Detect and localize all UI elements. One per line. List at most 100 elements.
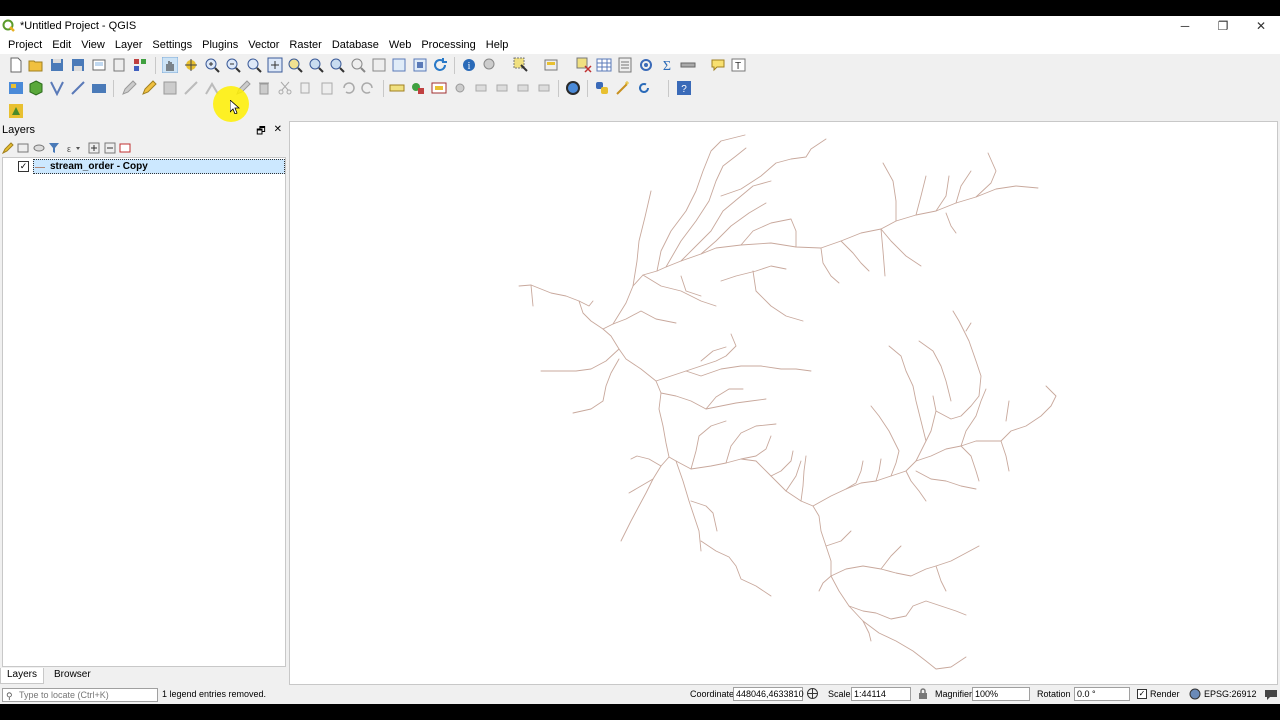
open-styling-icon[interactable] (2, 142, 14, 154)
filter-expression-icon[interactable]: ε (63, 142, 81, 154)
zoom-in-icon[interactable] (204, 57, 220, 73)
digitize-icon[interactable] (70, 80, 86, 96)
diagram-options-icon[interactable] (410, 80, 426, 96)
style-manager-icon[interactable] (132, 57, 148, 73)
pan-map-icon[interactable] (162, 57, 178, 73)
menu-settings[interactable]: Settings (147, 39, 197, 51)
pan-to-selection-icon[interactable] (183, 57, 199, 73)
globe-plugin-icon[interactable] (565, 80, 581, 96)
select-by-value-icon[interactable] (544, 57, 560, 73)
temporary-layer-icon[interactable] (91, 80, 107, 96)
magnifier-field[interactable]: 100% (972, 687, 1030, 701)
run-action-icon[interactable] (482, 57, 498, 73)
zoom-to-selection-icon[interactable] (287, 57, 303, 73)
refresh-plugin-icon[interactable] (636, 80, 652, 96)
crs-label[interactable]: EPSG:26912 (1204, 689, 1257, 699)
add-feature-icon[interactable] (183, 80, 199, 96)
rotation-field[interactable]: 0.0 ° (1074, 687, 1130, 701)
identify-features-icon[interactable]: i (461, 57, 477, 73)
zoom-to-layer-icon[interactable] (308, 57, 324, 73)
menu-raster[interactable]: Raster (284, 39, 326, 51)
copy-features-icon[interactable] (298, 80, 314, 96)
map-canvas[interactable] (289, 121, 1278, 685)
menu-view[interactable]: View (76, 39, 110, 51)
toggle-editing-icon[interactable] (141, 80, 157, 96)
undo-icon[interactable] (340, 80, 356, 96)
close-button[interactable]: ✕ (1242, 16, 1280, 36)
menu-vector[interactable]: Vector (243, 39, 284, 51)
messages-icon[interactable] (1264, 687, 1278, 701)
locator-search-input[interactable]: ⚲ Type to locate (Ctrl+K) (2, 688, 158, 702)
print-layout-icon[interactable] (91, 57, 107, 73)
highlight-pinned-labels-icon[interactable] (431, 80, 447, 96)
menu-web[interactable]: Web (384, 39, 416, 51)
menu-layer[interactable]: Layer (110, 39, 148, 51)
manage-visibility-icon[interactable] (33, 142, 45, 154)
pin-labels-icon[interactable] (452, 80, 468, 96)
new-project-icon[interactable] (8, 57, 24, 73)
rotate-label-icon[interactable] (515, 80, 531, 96)
deselect-features-icon[interactable] (576, 57, 592, 73)
zoom-next-icon[interactable] (371, 57, 387, 73)
filter-legend-icon[interactable] (48, 142, 60, 154)
zoom-native-icon[interactable] (329, 57, 345, 73)
save-edits-icon[interactable] (162, 80, 178, 96)
tab-browser[interactable]: Browser (48, 668, 97, 684)
show-hide-labels-icon[interactable] (473, 80, 489, 96)
save-as-icon[interactable] (70, 57, 86, 73)
add-group-icon[interactable] (17, 142, 29, 154)
toggle-extents-icon[interactable] (806, 687, 819, 700)
text-annotation-icon[interactable]: T (731, 57, 747, 73)
paste-features-icon[interactable] (319, 80, 335, 96)
save-project-icon[interactable] (49, 57, 65, 73)
layer-visibility-checkbox[interactable]: ✓ (18, 161, 29, 172)
minimize-button[interactable]: ─ (1166, 16, 1204, 36)
refresh-icon[interactable] (432, 57, 448, 73)
data-source-manager-icon[interactable] (8, 80, 24, 96)
crs-globe-icon[interactable] (1189, 688, 1201, 700)
float-panel-icon[interactable]: 🗗 (256, 124, 265, 141)
help-contents-icon[interactable]: ? (676, 80, 692, 96)
expand-all-icon[interactable] (88, 142, 100, 154)
menu-help[interactable]: Help (481, 39, 514, 51)
new-3d-view-icon[interactable] (412, 57, 428, 73)
new-map-view-icon[interactable] (391, 57, 407, 73)
menu-edit[interactable]: Edit (47, 39, 76, 51)
layer-item[interactable]: stream_order - Copy (33, 159, 285, 174)
cut-features-icon[interactable] (277, 80, 293, 96)
coordinate-field[interactable]: 448046,4633810 (733, 687, 804, 701)
zoom-out-icon[interactable] (225, 57, 241, 73)
add-vector-layer-icon[interactable] (28, 80, 44, 96)
layout-manager-icon[interactable] (111, 57, 127, 73)
grass-plugin-icon[interactable] (8, 103, 24, 119)
menu-processing[interactable]: Processing (416, 39, 480, 51)
open-project-icon[interactable] (28, 57, 44, 73)
render-checkbox[interactable]: ✓ (1137, 689, 1147, 699)
plugin-wand-icon[interactable] (615, 80, 631, 96)
zoom-rubber-icon[interactable] (246, 57, 262, 73)
menu-database[interactable]: Database (327, 39, 384, 51)
map-tips-icon[interactable] (710, 57, 726, 73)
python-console-icon[interactable] (594, 80, 610, 96)
close-panel-icon[interactable]: ✕ (274, 124, 282, 141)
menu-project[interactable]: Project (3, 39, 47, 51)
select-features-icon[interactable] (513, 57, 529, 73)
zoom-full-icon[interactable] (267, 57, 283, 73)
menu-plugins[interactable]: Plugins (197, 39, 243, 51)
delete-selected-icon[interactable] (256, 80, 272, 96)
remove-layer-icon[interactable] (119, 142, 131, 154)
move-label-icon[interactable] (494, 80, 510, 96)
attribute-table-icon[interactable] (596, 57, 612, 73)
zoom-last-icon[interactable] (350, 57, 366, 73)
field-calculator-icon[interactable] (617, 57, 633, 73)
lock-scale-icon[interactable] (917, 687, 929, 700)
measure-line-icon[interactable] (680, 57, 696, 73)
collapse-all-icon[interactable] (104, 142, 116, 154)
current-edits-icon[interactable] (121, 80, 137, 96)
scale-field[interactable]: 1:44114 (851, 687, 911, 701)
new-layer-icon[interactable] (49, 80, 65, 96)
toolbox-icon[interactable] (638, 57, 654, 73)
label-tool-icon[interactable] (389, 80, 405, 96)
tab-layers[interactable]: Layers (0, 668, 45, 684)
change-label-icon[interactable] (536, 80, 552, 96)
